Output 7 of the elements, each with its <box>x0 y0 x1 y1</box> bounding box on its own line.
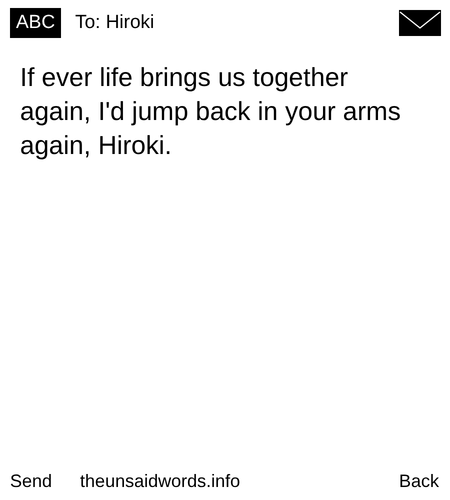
back-softkey[interactable]: Back <box>398 468 439 494</box>
input-mode-indicator: ABC <box>10 8 62 38</box>
site-address: theunsaidwords.info <box>80 470 240 492</box>
recipient-label: To: Hiroki <box>75 10 154 35</box>
message-text: If ever life brings us together again, I'd jump back in your arms again, Hiroki. <box>19 61 402 162</box>
send-softkey[interactable]: Send <box>10 468 52 494</box>
envelope-icon <box>399 10 441 36</box>
